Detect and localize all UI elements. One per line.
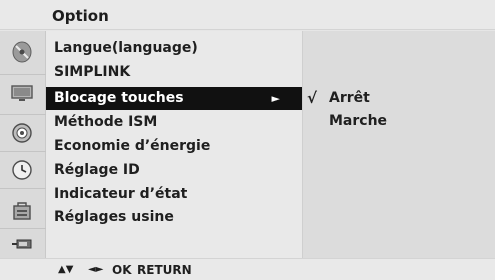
triangle-right-icon: ► [271, 92, 280, 105]
checkmark-icon: √ [307, 89, 318, 107]
category-icon-rail [0, 31, 46, 258]
return-hint: RETURN [137, 263, 192, 277]
speaker-icon[interactable] [9, 120, 35, 146]
satellite-dish-icon[interactable] [9, 39, 35, 65]
menu-item-label: Economie d’énergie [54, 138, 211, 154]
menu-item-label: Réglage ID [54, 162, 140, 178]
menu-item-indicateur-etat[interactable]: Indicateur d’état [46, 183, 302, 206]
menu-item-reglages-usine[interactable]: Réglages usine [46, 206, 302, 229]
option-marche[interactable]: Marche [303, 110, 495, 132]
connector-icon[interactable] [9, 231, 35, 257]
menu-item-label: Langue(language) [54, 40, 198, 56]
blocage-touches-submenu: √ Arrêt Marche [302, 31, 495, 258]
title-bar: Option [0, 0, 495, 30]
menu-item-label: Indicateur d’état [54, 186, 188, 202]
menu-item-label: SIMPLINK [54, 64, 131, 80]
lock-icon[interactable] [9, 197, 35, 223]
menu-item-label: Réglages usine [54, 209, 174, 225]
menu-item-economie-energie[interactable]: Economie d’énergie [46, 135, 302, 158]
menu-item-simplink[interactable]: SIMPLINK [46, 61, 302, 84]
menu-item-label: Méthode ISM [54, 114, 158, 130]
updown-arrows-icon: ▲▼ [58, 264, 74, 275]
navigation-hint-bar: ▲▼ ◄► OK RETURN [0, 258, 495, 280]
menu-item-blocage-touches[interactable]: Blocage touches ► [46, 87, 302, 110]
osd-frame: Option Langue(language) SIMPLINK Blocage… [0, 0, 495, 280]
option-menu: Langue(language) SIMPLINK Blocage touche… [46, 31, 302, 258]
option-label: Marche [329, 113, 388, 129]
option-arret[interactable]: √ Arrêt [303, 87, 495, 109]
clock-icon[interactable] [9, 157, 35, 183]
ok-hint: OK [112, 263, 132, 277]
tv-screen-icon[interactable] [9, 80, 35, 106]
page-title: Option [52, 7, 109, 25]
menu-item-reglage-id[interactable]: Réglage ID [46, 159, 302, 182]
menu-item-methode-ism[interactable]: Méthode ISM [46, 111, 302, 134]
leftright-arrows-icon: ◄► [88, 264, 104, 275]
menu-item-langue[interactable]: Langue(language) [46, 37, 302, 60]
option-label: Arrêt [329, 90, 370, 106]
menu-item-label: Blocage touches [54, 90, 184, 106]
